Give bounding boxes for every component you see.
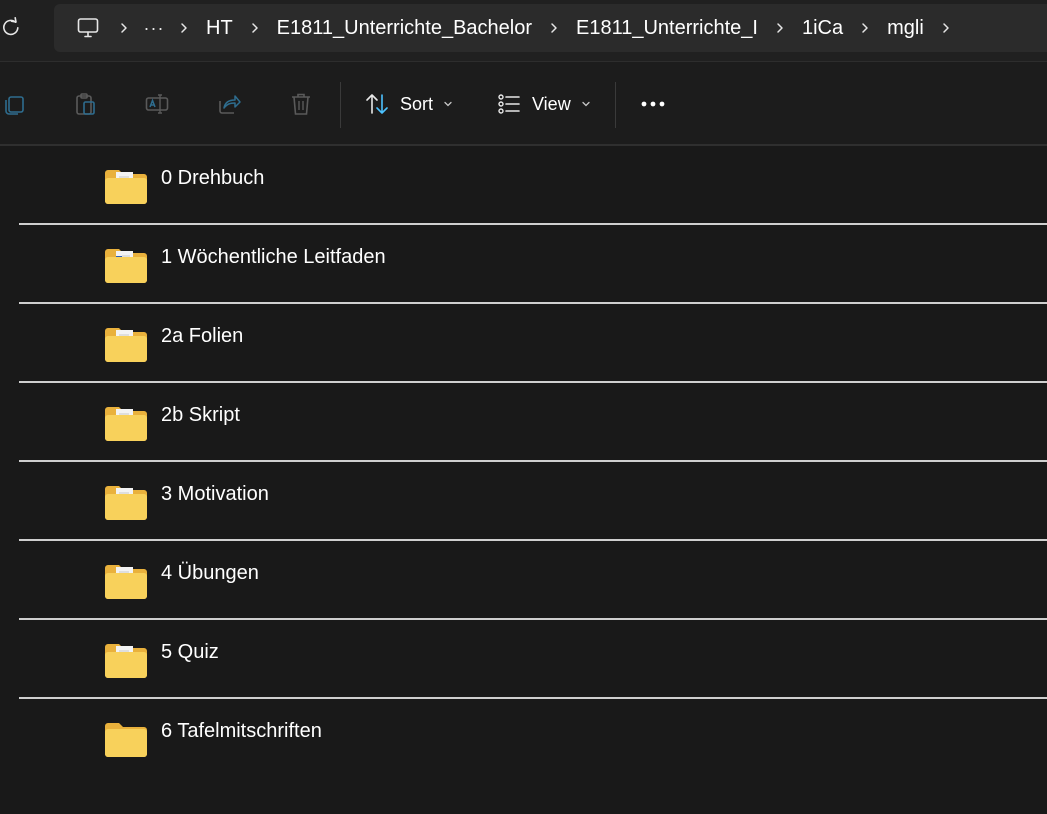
share-button[interactable] — [213, 88, 245, 120]
chevron-down-icon — [582, 101, 590, 107]
folder-icon — [105, 249, 147, 283]
file-name: 1 Wöchentliche Leitfaden — [161, 246, 386, 268]
file-name: 2a Folien — [161, 325, 244, 347]
file-name: 2b Skript — [161, 404, 240, 426]
file-name: 5 Quiz — [161, 641, 219, 663]
address-bar-row: ··· HT E1811_Unterrichte_Bachelor E1811_… — [0, 0, 1047, 62]
folder-item[interactable]: 0 Drehbuch — [0, 146, 1047, 225]
file-name: 6 Tafelmitschriften — [161, 720, 322, 742]
breadcrumb-chevron-icon[interactable] — [170, 10, 198, 46]
view-label: View — [532, 93, 571, 114]
breadcrumb-chevron-icon[interactable] — [540, 10, 568, 46]
folder-icon — [105, 565, 147, 599]
more-icon — [641, 101, 665, 107]
folder-icon — [105, 407, 147, 441]
folder-item[interactable]: 2b Skript — [0, 383, 1047, 462]
breadcrumb-chevron-icon[interactable] — [766, 10, 794, 46]
copy-button[interactable] — [0, 88, 30, 120]
folder-icon — [105, 486, 147, 520]
folder-icon — [105, 328, 147, 362]
more-options-button[interactable] — [634, 86, 674, 122]
file-name: 3 Motivation — [161, 483, 269, 505]
breadcrumb-chevron-icon[interactable] — [851, 10, 879, 46]
view-button[interactable]: View — [496, 86, 591, 122]
folder-icon — [105, 170, 147, 204]
chevron-down-icon — [444, 101, 452, 107]
paste-icon — [76, 93, 95, 115]
refresh-button[interactable] — [0, 13, 22, 41]
folder-item[interactable]: 1 Wöchentliche Leitfaden — [0, 225, 1047, 304]
sort-button[interactable]: Sort — [364, 86, 453, 122]
breadcrumb-item[interactable]: mgli — [879, 10, 932, 46]
file-list: 0 Drehbuch 1 Wöchentliche Leitfaden 2a F… — [0, 146, 1047, 778]
folder-item[interactable]: 3 Motivation — [0, 462, 1047, 541]
this-pc-button[interactable] — [66, 10, 110, 46]
breadcrumb-item[interactable]: E1811_Unterrichte_I — [568, 10, 766, 46]
divider — [340, 82, 341, 128]
folder-item[interactable]: 5 Quiz — [0, 620, 1047, 699]
refresh-icon — [3, 17, 19, 36]
breadcrumb-overflow-button[interactable]: ··· — [138, 10, 170, 46]
folder-item[interactable]: 4 Übungen — [0, 541, 1047, 620]
file-name: 0 Drehbuch — [161, 167, 265, 189]
folder-icon — [105, 723, 147, 757]
address-bar[interactable]: ··· HT E1811_Unterrichte_Bachelor E1811_… — [54, 4, 1047, 52]
paste-button[interactable] — [69, 88, 101, 120]
breadcrumb-item[interactable]: HT — [198, 10, 241, 46]
folder-item[interactable]: 2a Folien — [0, 304, 1047, 383]
file-name: 4 Übungen — [161, 562, 259, 584]
folder-item[interactable]: 6 Tafelmitschriften — [0, 699, 1047, 778]
breadcrumb-item[interactable]: 1iCa — [794, 10, 851, 46]
command-bar: Sort View — [0, 62, 1047, 145]
sort-icon — [366, 94, 388, 114]
breadcrumb-chevron-icon[interactable] — [110, 10, 138, 46]
sort-label: Sort — [400, 93, 434, 114]
folder-icon — [105, 644, 147, 678]
share-icon — [219, 95, 241, 114]
this-pc-icon — [77, 18, 99, 38]
rename-button[interactable] — [141, 88, 173, 120]
view-list-icon — [498, 94, 520, 114]
divider — [615, 82, 616, 128]
breadcrumb-item[interactable]: E1811_Unterrichte_Bachelor — [269, 10, 540, 46]
rename-icon — [145, 94, 169, 114]
delete-button[interactable] — [285, 88, 317, 120]
breadcrumb-chevron-icon[interactable] — [932, 10, 960, 46]
breadcrumb-chevron-icon[interactable] — [241, 10, 269, 46]
delete-icon — [292, 93, 310, 115]
copy-icon — [5, 96, 24, 115]
